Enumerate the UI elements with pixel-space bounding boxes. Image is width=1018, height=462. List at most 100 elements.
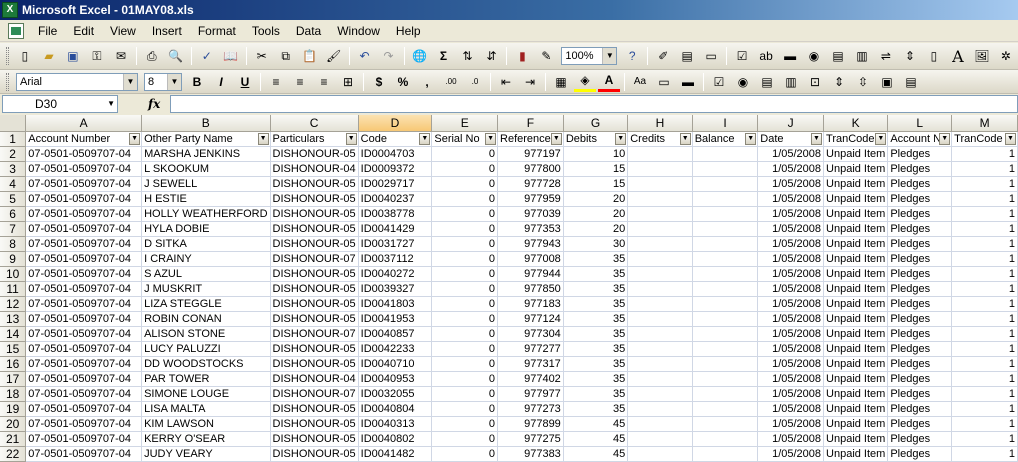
cell[interactable]: Pledges — [887, 221, 953, 237]
cell[interactable]: 07-0501-0509707-04 — [25, 296, 143, 312]
column-title-cell[interactable]: Credits ▼ — [627, 131, 693, 147]
properties-icon[interactable]: ▣ — [876, 72, 898, 92]
cell[interactable] — [692, 221, 759, 237]
cell[interactable]: 1 — [951, 281, 1018, 297]
cell[interactable]: KIM LAWSON — [141, 416, 271, 432]
cell[interactable]: ID0041429 — [358, 221, 433, 237]
cell[interactable]: DD WOODSTOCKS — [141, 356, 271, 372]
cell[interactable] — [627, 416, 693, 432]
cell[interactable] — [692, 386, 759, 402]
cell[interactable] — [627, 356, 693, 372]
toolbar-grip[interactable] — [6, 72, 9, 91]
cell[interactable]: PAR TOWER — [141, 371, 271, 387]
cell[interactable]: 0 — [431, 251, 499, 267]
cell[interactable]: ID0041953 — [358, 311, 433, 327]
chevron-down-icon[interactable]: ▼ — [167, 73, 181, 90]
cell[interactable]: HYLA DOBIE — [141, 221, 271, 237]
cell[interactable]: 35 — [563, 266, 629, 282]
paste-icon[interactable]: 📋 — [299, 46, 321, 66]
row-header[interactable]: 10 — [0, 266, 27, 282]
cell[interactable]: Unpaid Item — [823, 146, 889, 162]
cell[interactable]: 07-0501-0509707-04 — [25, 146, 143, 162]
cell[interactable]: 0 — [431, 146, 499, 162]
cell[interactable]: Unpaid Item — [823, 191, 889, 207]
cell[interactable]: ID0040804 — [358, 401, 433, 417]
column-header-i[interactable]: I — [692, 115, 759, 132]
formula-input[interactable] — [170, 95, 1018, 113]
label-control-icon[interactable]: A — [947, 46, 969, 66]
column-title-cell[interactable]: TranCode ▼ — [951, 131, 1018, 147]
cell[interactable] — [627, 296, 693, 312]
insert-function-icon[interactable]: fx — [148, 97, 170, 111]
hyperlink-icon[interactable]: 🌐 — [409, 46, 431, 66]
cell[interactable]: 1 — [951, 266, 1018, 282]
menu-edit[interactable]: Edit — [65, 22, 102, 40]
format-painter-icon[interactable]: 🖌 — [323, 46, 345, 66]
cell[interactable]: 07-0501-0509707-04 — [25, 281, 143, 297]
cell[interactable]: Pledges — [887, 311, 953, 327]
currency-icon[interactable]: $ — [368, 72, 390, 92]
cell[interactable]: 1 — [951, 386, 1018, 402]
cell[interactable] — [627, 341, 693, 357]
column-title-cell[interactable]: Reference ▼ — [497, 131, 564, 147]
column-title-cell[interactable]: Date ▼ — [757, 131, 825, 147]
line-icon[interactable]: ▬ — [677, 72, 699, 92]
cell[interactable] — [692, 326, 759, 342]
cell[interactable]: ROBIN CONAN — [141, 311, 271, 327]
cell[interactable]: ID0009372 — [358, 161, 433, 177]
cell[interactable]: 1/05/2008 — [757, 206, 825, 222]
cell[interactable]: ID0040857 — [358, 326, 433, 342]
cell[interactable]: 977039 — [497, 206, 564, 222]
cell[interactable]: 07-0501-0509707-04 — [25, 431, 143, 447]
cell[interactable]: ID0039327 — [358, 281, 433, 297]
cell[interactable]: DISHONOUR-05 — [270, 296, 359, 312]
cell[interactable]: Pledges — [887, 266, 953, 282]
menu-file[interactable]: File — [30, 22, 65, 40]
cell[interactable]: 1 — [951, 176, 1018, 192]
cell[interactable]: 07-0501-0509707-04 — [25, 401, 143, 417]
cell[interactable]: ID0004703 — [358, 146, 433, 162]
cell[interactable] — [692, 431, 759, 447]
cell[interactable]: Unpaid Item — [823, 236, 889, 252]
cell[interactable] — [627, 311, 693, 327]
row-header[interactable]: 1 — [0, 131, 27, 147]
filter-dropdown-icon[interactable]: ▼ — [745, 132, 757, 145]
cell[interactable]: Unpaid Item — [823, 266, 889, 282]
cell[interactable]: 1/05/2008 — [757, 356, 825, 372]
cell[interactable]: DISHONOUR-05 — [270, 221, 359, 237]
workbook-icon[interactable] — [8, 22, 24, 39]
cell[interactable]: ID0040802 — [358, 431, 433, 447]
cell[interactable]: 1 — [951, 416, 1018, 432]
cell[interactable]: Unpaid Item — [823, 431, 889, 447]
cell[interactable] — [627, 266, 693, 282]
cell[interactable]: 977728 — [497, 176, 564, 192]
cell[interactable]: 1 — [951, 446, 1018, 462]
spinner-control-icon[interactable]: ⇕ — [899, 46, 921, 66]
cell[interactable]: Pledges — [887, 146, 953, 162]
cell[interactable]: 1/05/2008 — [757, 161, 825, 177]
combobox-control-icon[interactable]: ▥ — [851, 46, 873, 66]
row-header[interactable]: 13 — [0, 311, 27, 327]
row-header[interactable]: 12 — [0, 296, 27, 312]
cell[interactable]: LIZA STEGGLE — [141, 296, 271, 312]
row-header[interactable]: 5 — [0, 191, 27, 207]
cell[interactable]: Pledges — [887, 176, 953, 192]
cell[interactable]: Pledges — [887, 356, 953, 372]
select-all-corner[interactable] — [0, 115, 27, 132]
cell[interactable]: Pledges — [887, 431, 953, 447]
cell[interactable]: Pledges — [887, 371, 953, 387]
help-icon[interactable]: ? — [621, 46, 643, 66]
cell[interactable] — [692, 371, 759, 387]
cell[interactable]: SIMONE LOUGE — [141, 386, 271, 402]
cell[interactable]: DISHONOUR-07 — [270, 251, 359, 267]
cell[interactable]: 0 — [431, 386, 499, 402]
cell[interactable]: 35 — [563, 401, 629, 417]
cell[interactable]: 0 — [431, 341, 499, 357]
redo-icon[interactable]: ↷ — [378, 46, 400, 66]
spelling-icon[interactable]: ✓ — [196, 46, 218, 66]
toolbar-grip[interactable] — [6, 47, 9, 65]
cell[interactable]: 977977 — [497, 386, 564, 402]
cell[interactable]: 15 — [563, 161, 629, 177]
menu-format[interactable]: Format — [190, 22, 244, 40]
cell[interactable]: ID0038778 — [358, 206, 433, 222]
